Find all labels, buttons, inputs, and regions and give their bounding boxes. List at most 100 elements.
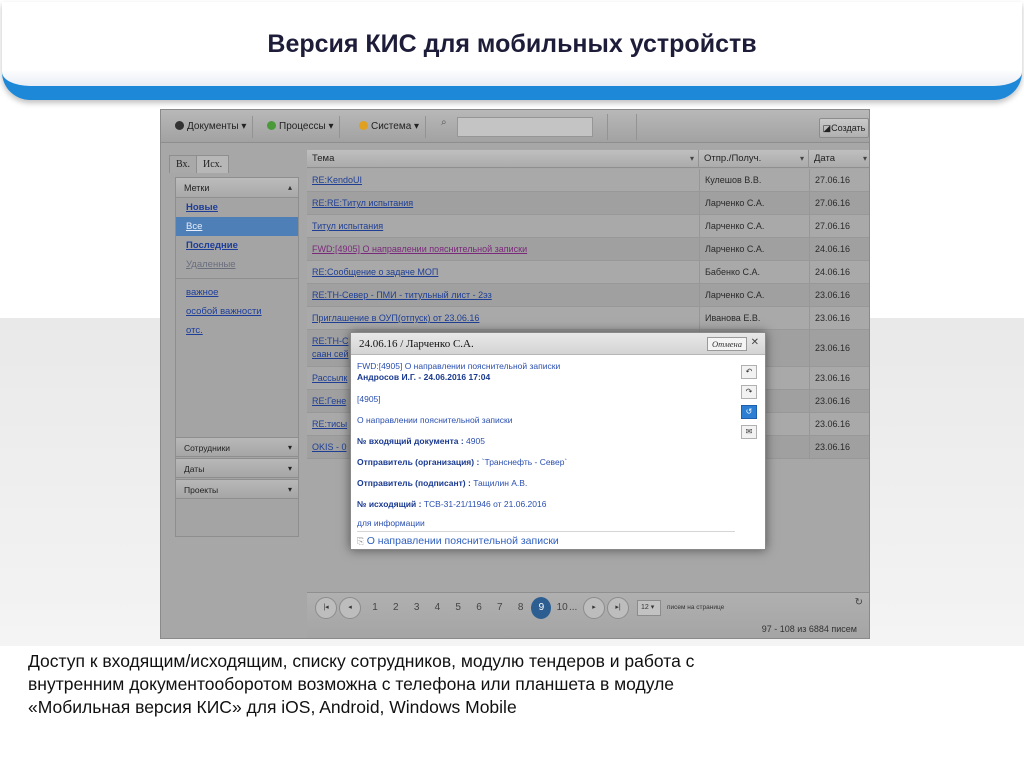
next-page-button[interactable]: ▸ xyxy=(583,597,605,619)
first-page-button[interactable]: |◂ xyxy=(315,597,337,619)
prev-page-button[interactable]: ◂ xyxy=(339,597,361,619)
table-row[interactable]: Титул испытания Ларченко С.А. 27.06.16 xyxy=(307,215,869,238)
sidebar-section-projects[interactable]: Проекты ▾ xyxy=(175,479,299,499)
table-row[interactable]: RE:TH-Север - ПМИ - титульный лист - 2эз… xyxy=(307,284,869,307)
item-count: 97 - 108 из 6884 писем xyxy=(761,624,857,634)
labels-header[interactable]: Метки ▴ xyxy=(176,178,298,198)
table-row[interactable]: RE:KendoUI Кулешов В.В. 27.06.16 xyxy=(307,169,869,192)
sender-organization: Отправитель (организация) : `Транснефть … xyxy=(357,457,568,467)
page-number[interactable]: 7 xyxy=(490,597,510,619)
chevron-down-icon: ▾ xyxy=(287,464,292,473)
sender-signer: Отправитель (подписант) : Тащилин А.В. xyxy=(357,478,528,488)
column-subject[interactable]: Тема ▾ xyxy=(307,150,699,168)
documents-icon xyxy=(175,121,184,130)
dialog-header: 24.06.16 / Ларченко С.А. Отмена ✕ xyxy=(351,333,765,355)
tab-outbox[interactable]: Исх. xyxy=(196,155,230,173)
row-date: 23.06.16 xyxy=(809,390,869,412)
refresh-icon[interactable]: ↻ xyxy=(855,597,863,608)
page-number[interactable]: 9 xyxy=(531,597,552,619)
caption-line: Доступ к входящим/исходящим, списку сотр… xyxy=(28,651,695,671)
page-size-select[interactable]: 12 ▾ xyxy=(637,600,661,616)
mail-icon[interactable]: ✉ xyxy=(741,425,757,439)
outgoing-number: № исходящий : ТСВ-31-21/11946 от 21.06.2… xyxy=(357,499,547,509)
history-icon[interactable]: ↺ xyxy=(741,405,757,419)
row-subject[interactable]: RE:KendoUI xyxy=(307,169,699,191)
create-icon: ◪ xyxy=(822,123,832,133)
table-row[interactable]: RE:RE:Титул испытания Ларченко С.А. 27.06.… xyxy=(307,192,869,215)
row-subject[interactable]: RE:Сообщение о задаче МОП xyxy=(307,261,699,283)
slide-caption: Доступ к входящим/исходящим, списку сотр… xyxy=(28,650,988,719)
sidebar-item-very-important[interactable]: особой важности xyxy=(176,302,298,321)
page-size-label: писем на странице xyxy=(667,604,725,611)
chevron-down-icon: ▾ xyxy=(689,154,694,163)
caption-line: внутренним документооборотом возможна с … xyxy=(28,674,675,694)
reply-icon[interactable]: ↶ xyxy=(741,365,757,379)
row-sender: Ларченко С.А. xyxy=(699,192,809,214)
forward-icon[interactable]: ↷ xyxy=(741,385,757,399)
page-number[interactable]: 2 xyxy=(386,597,406,619)
message-ref: [4905] xyxy=(357,394,381,404)
table-row[interactable]: RE:Сообщение о задаче МОП Бабенко С.А. 24.… xyxy=(307,261,869,284)
sidebar-section-dates[interactable]: Даты ▾ xyxy=(175,458,299,478)
row-date: 23.06.16 xyxy=(809,436,869,458)
sidebar-item-recent[interactable]: Последние xyxy=(176,236,298,255)
message-note: для информации xyxy=(357,518,425,528)
attachment-link[interactable]: ⎘ О направлении пояснительной записки xyxy=(357,531,735,547)
row-date: 23.06.16 xyxy=(809,330,869,366)
row-sender: Кулешов В.В. xyxy=(699,169,809,191)
row-date: 24.06.16 xyxy=(809,261,869,283)
documents-menu[interactable]: Документы ▾ xyxy=(169,116,254,138)
page-number[interactable]: 1 xyxy=(365,597,385,619)
sidebar-item-absent[interactable]: отс. xyxy=(176,321,298,340)
sidebar-item-new[interactable]: Новые xyxy=(176,198,298,217)
row-sender: Бабенко С.А. xyxy=(699,261,809,283)
dialog-body: FWD:[4905] О направлении пояснительной з… xyxy=(357,361,735,547)
row-subject[interactable]: RE:RE:Титул испытания xyxy=(307,192,699,214)
row-date: 23.06.16 xyxy=(809,367,869,389)
caption-line: «Мобильная версия КИС» для iOS, Android,… xyxy=(28,697,517,717)
system-menu[interactable]: Система ▾ xyxy=(353,116,427,138)
page-number[interactable]: 8 xyxy=(511,597,531,619)
message-preview-dialog: 24.06.16 / Ларченко С.А. Отмена ✕ FWD:[4… xyxy=(350,332,766,550)
sidebar-section-employees[interactable]: Сотрудники ▾ xyxy=(175,437,299,457)
incoming-number: № входящий документа : 4905 xyxy=(357,436,485,446)
table-header: Тема ▾ Отпр./Получ. ▾ Дата ▾ xyxy=(307,150,869,168)
search-icon[interactable]: ⌕ xyxy=(441,117,457,137)
sidebar-item-all[interactable]: Все xyxy=(176,217,298,236)
cancel-button[interactable]: Отмена xyxy=(707,337,747,351)
paperclip-icon: ⎘ xyxy=(357,536,367,546)
table-row[interactable]: FWD:[4905] О направлении пояснительной з… xyxy=(307,238,869,261)
chevron-down-icon: ▾ xyxy=(862,154,867,163)
tab-inbox[interactable]: Вх. xyxy=(169,155,198,173)
chevron-down-icon: ▾ xyxy=(287,485,292,494)
chevron-up-icon: ▴ xyxy=(287,183,292,192)
row-date: 23.06.16 xyxy=(809,284,869,306)
row-subject[interactable]: Приглашение в ОУП(отпуск) от 23.06.16 xyxy=(307,307,699,329)
sidebar-item-important[interactable]: важное xyxy=(176,283,298,302)
processes-menu[interactable]: Процессы ▾ xyxy=(261,116,341,138)
dialog-title: 24.06.16 / Ларченко С.А. xyxy=(359,338,474,350)
table-row[interactable]: Приглашение в ОУП(отпуск) от 23.06.16 Ива… xyxy=(307,307,869,330)
sidebar-item-deleted[interactable]: Удаленные xyxy=(176,255,298,274)
page-number[interactable]: 6 xyxy=(469,597,489,619)
pagination: |◂ ◂ 1 2 3 4 5 6 7 8 9 10 ... ▸ ▸| 12 ▾ писем на … xyxy=(307,592,869,638)
slide-title: Версия КИС для мобильных устройств xyxy=(267,30,757,58)
row-subject[interactable]: Титул испытания xyxy=(307,215,699,237)
page-number[interactable]: 3 xyxy=(407,597,427,619)
row-date: 27.06.16 xyxy=(809,169,869,191)
message-subject: FWD:[4905] О направлении пояснительной з… xyxy=(357,361,561,371)
page-ellipsis[interactable]: ... xyxy=(569,597,577,619)
chevron-down-icon: ▾ xyxy=(799,154,804,163)
last-page-button[interactable]: ▸| xyxy=(607,597,629,619)
create-button[interactable]: ◪Создать xyxy=(819,118,869,138)
page-number[interactable]: 5 xyxy=(448,597,468,619)
close-icon[interactable]: ✕ xyxy=(751,336,759,350)
sidebar-divider xyxy=(176,278,298,279)
row-subject[interactable]: RE:TH-Север - ПМИ - титульный лист - 2эз xyxy=(307,284,699,306)
row-sender: Иванова Е.В. xyxy=(699,307,809,329)
search-input[interactable] xyxy=(457,117,593,137)
page-number[interactable]: 4 xyxy=(427,597,447,619)
column-date[interactable]: Дата ▾ xyxy=(809,150,869,168)
row-subject[interactable]: FWD:[4905] О направлении пояснительной з… xyxy=(307,238,699,260)
column-sender[interactable]: Отпр./Получ. ▾ xyxy=(699,150,809,168)
